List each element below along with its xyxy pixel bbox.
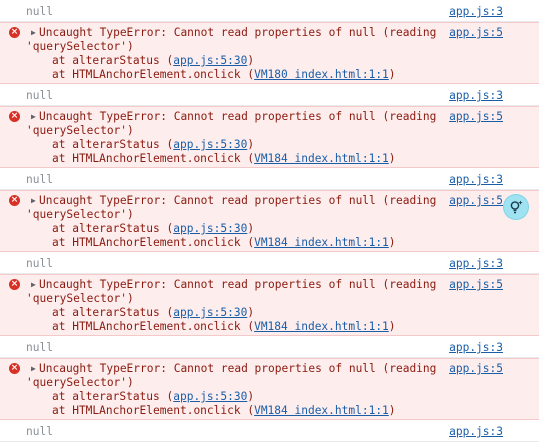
source-link[interactable]: app.js:3: [449, 425, 503, 439]
error-icon: ×: [9, 195, 20, 206]
log-value: null: [26, 5, 53, 18]
stack-frame-prefix: at HTMLAnchorElement.onclick (: [52, 152, 255, 165]
error-icon: ×: [9, 27, 20, 38]
expand-triangle-icon[interactable]: ▶: [31, 110, 36, 124]
error-message: Uncaught TypeError: Cannot read properti…: [39, 26, 437, 39]
stack-frame-prefix: at HTMLAnchorElement.onclick (: [52, 236, 255, 249]
stack-frame-suffix: ): [388, 404, 396, 417]
error-icon: ×: [9, 279, 20, 290]
expand-triangle-icon[interactable]: ▶: [31, 26, 36, 40]
log-row: null app.js:3: [0, 168, 539, 190]
stack-frame-prefix: at alterarStatus (: [52, 222, 174, 235]
error-message-continued: 'querySelector'): [26, 376, 134, 389]
expand-triangle-icon[interactable]: ▶: [31, 362, 36, 376]
stack-frame-prefix: at HTMLAnchorElement.onclick (: [52, 320, 255, 333]
stack-frame-link[interactable]: VM184 index.html:1:1: [254, 236, 389, 249]
error-source-link[interactable]: app.js:5: [449, 362, 503, 376]
stack-frame: at HTMLAnchorElement.onclick (VM180 inde…: [52, 68, 396, 82]
stack-frame-link[interactable]: app.js:5:30: [173, 306, 247, 319]
stack-frame: at HTMLAnchorElement.onclick (VM184 inde…: [52, 404, 396, 418]
lightbulb-sparkle-icon: [510, 200, 523, 214]
log-value: null: [26, 173, 53, 186]
stack-frame-link[interactable]: app.js:5:30: [173, 138, 247, 151]
stack-frame-suffix: ): [388, 236, 396, 249]
stack-frame-link[interactable]: app.js:5:30: [173, 222, 247, 235]
stack-frame-suffix: ): [247, 54, 255, 67]
error-message: Uncaught TypeError: Cannot read properti…: [39, 110, 437, 123]
source-link[interactable]: app.js:3: [449, 89, 503, 103]
console-messages: null app.js:3 × ▶ Uncaught TypeError: Cannot…: [0, 0, 539, 442]
error-icon: ×: [9, 363, 20, 374]
log-value: null: [26, 89, 53, 102]
source-link[interactable]: app.js:3: [449, 173, 503, 187]
stack-frame-suffix: ): [388, 152, 396, 165]
log-row: null app.js:3: [0, 336, 539, 358]
stack-frame-prefix: at HTMLAnchorElement.onclick (: [52, 404, 255, 417]
stack-frame: at alterarStatus (app.js:5:30): [52, 138, 254, 152]
error-row: × ▶ Uncaught TypeError: Cannot read proper…: [0, 274, 539, 336]
stack-frame: at HTMLAnchorElement.onclick (VM184 inde…: [52, 236, 396, 250]
stack-frame-prefix: at HTMLAnchorElement.onclick (: [52, 68, 255, 81]
stack-frame-suffix: ): [388, 320, 396, 333]
log-value: null: [26, 341, 53, 354]
stack-frame: at HTMLAnchorElement.onclick (VM184 inde…: [52, 320, 396, 334]
log-row: null app.js:3: [0, 252, 539, 274]
stack-frame-suffix: ): [247, 222, 255, 235]
expand-triangle-icon[interactable]: ▶: [31, 194, 36, 208]
stack-frame: at alterarStatus (app.js:5:30): [52, 306, 254, 320]
error-source-link[interactable]: app.js:5: [449, 194, 503, 208]
error-source-link[interactable]: app.js:5: [449, 110, 503, 124]
stack-frame-prefix: at alterarStatus (: [52, 306, 174, 319]
stack-frame: at alterarStatus (app.js:5:30): [52, 390, 254, 404]
stack-frame-link[interactable]: app.js:5:30: [173, 390, 247, 403]
error-row: × ▶ Uncaught TypeError: Cannot read proper…: [0, 358, 539, 420]
stack-frame-link[interactable]: app.js:5:30: [173, 54, 247, 67]
stack-frame-link[interactable]: VM184 index.html:1:1: [254, 320, 389, 333]
error-message-continued: 'querySelector'): [26, 292, 134, 305]
log-row: null app.js:3: [0, 0, 539, 22]
stack-frame: at alterarStatus (app.js:5:30): [52, 54, 254, 68]
stack-frame-suffix: ): [247, 306, 255, 319]
log-value: null: [26, 425, 53, 438]
error-message-continued: 'querySelector'): [26, 208, 134, 221]
error-source-link[interactable]: app.js:5: [449, 278, 503, 292]
expand-triangle-icon[interactable]: ▶: [31, 278, 36, 292]
stack-frame-prefix: at alterarStatus (: [52, 138, 174, 151]
stack-frame-prefix: at alterarStatus (: [52, 390, 174, 403]
error-source-link[interactable]: app.js:5: [449, 26, 503, 40]
error-message: Uncaught TypeError: Cannot read properti…: [39, 362, 437, 375]
stack-frame-suffix: ): [247, 390, 255, 403]
error-icon: ×: [9, 111, 20, 122]
stack-frame: at HTMLAnchorElement.onclick (VM184 inde…: [52, 152, 396, 166]
source-link[interactable]: app.js:3: [449, 257, 503, 271]
error-row: × ▶ Uncaught TypeError: Cannot read proper…: [0, 190, 539, 252]
error-message-continued: 'querySelector'): [26, 40, 134, 53]
ai-insights-button[interactable]: [504, 195, 528, 219]
stack-frame-suffix: ): [388, 68, 396, 81]
log-value: null: [26, 257, 53, 270]
stack-frame-link[interactable]: VM184 index.html:1:1: [254, 404, 389, 417]
stack-frame-prefix: at alterarStatus (: [52, 54, 174, 67]
log-row: null app.js:3: [0, 84, 539, 106]
stack-frame: at alterarStatus (app.js:5:30): [52, 222, 254, 236]
error-row: × ▶ Uncaught TypeError: Cannot read proper…: [0, 106, 539, 168]
source-link[interactable]: app.js:3: [449, 5, 503, 19]
stack-frame-link[interactable]: VM180 index.html:1:1: [254, 68, 389, 81]
stack-frame-link[interactable]: VM184 index.html:1:1: [254, 152, 389, 165]
error-message-continued: 'querySelector'): [26, 124, 134, 137]
stack-frame-suffix: ): [247, 138, 255, 151]
source-link[interactable]: app.js:3: [449, 341, 503, 355]
error-message: Uncaught TypeError: Cannot read properti…: [39, 278, 437, 291]
log-row: null app.js:3: [0, 420, 539, 442]
error-message: Uncaught TypeError: Cannot read properti…: [39, 194, 437, 207]
error-row: × ▶ Uncaught TypeError: Cannot read proper…: [0, 22, 539, 84]
